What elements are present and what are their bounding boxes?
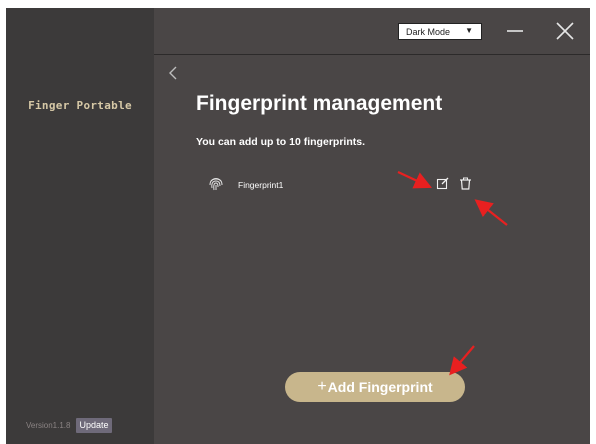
fingerprint-list-item: Fingerprint1 — [208, 174, 478, 196]
edit-fingerprint-button[interactable] — [436, 177, 449, 195]
theme-select-value: Dark Mode — [406, 26, 451, 37]
fingerprint-icon — [208, 176, 224, 197]
chevron-down-icon: ▼ — [465, 26, 473, 35]
app-brand: Finger Portable — [28, 99, 132, 112]
minimize-button[interactable] — [502, 18, 528, 44]
page-subtitle: You can add up to 10 fingerprints. — [196, 136, 365, 148]
edit-icon — [436, 177, 449, 190]
theme-select[interactable]: Dark Mode ▼ — [398, 23, 482, 40]
trash-icon — [460, 177, 471, 190]
title-bar: Dark Mode ▼ — [154, 8, 590, 55]
fingerprint-name: Fingerprint1 — [238, 180, 284, 190]
page-title: Fingerprint management — [196, 92, 443, 115]
add-fingerprint-button[interactable]: + Add Fingerprint — [285, 372, 465, 402]
update-button[interactable]: Update — [76, 418, 112, 433]
version-label: Version1.1.8 — [26, 421, 71, 430]
delete-fingerprint-button[interactable] — [459, 177, 472, 195]
close-icon — [556, 22, 574, 40]
minimize-icon — [507, 30, 523, 32]
version-row: Version1.1.8 Update — [26, 418, 112, 433]
plus-icon: + — [317, 378, 327, 395]
sidebar: Finger Portable Version1.1.8 Update — [6, 8, 154, 444]
close-button[interactable] — [552, 18, 578, 44]
add-fingerprint-label: Add Fingerprint — [327, 379, 433, 395]
back-button[interactable] — [166, 64, 180, 87]
chevron-left-icon — [169, 66, 177, 80]
